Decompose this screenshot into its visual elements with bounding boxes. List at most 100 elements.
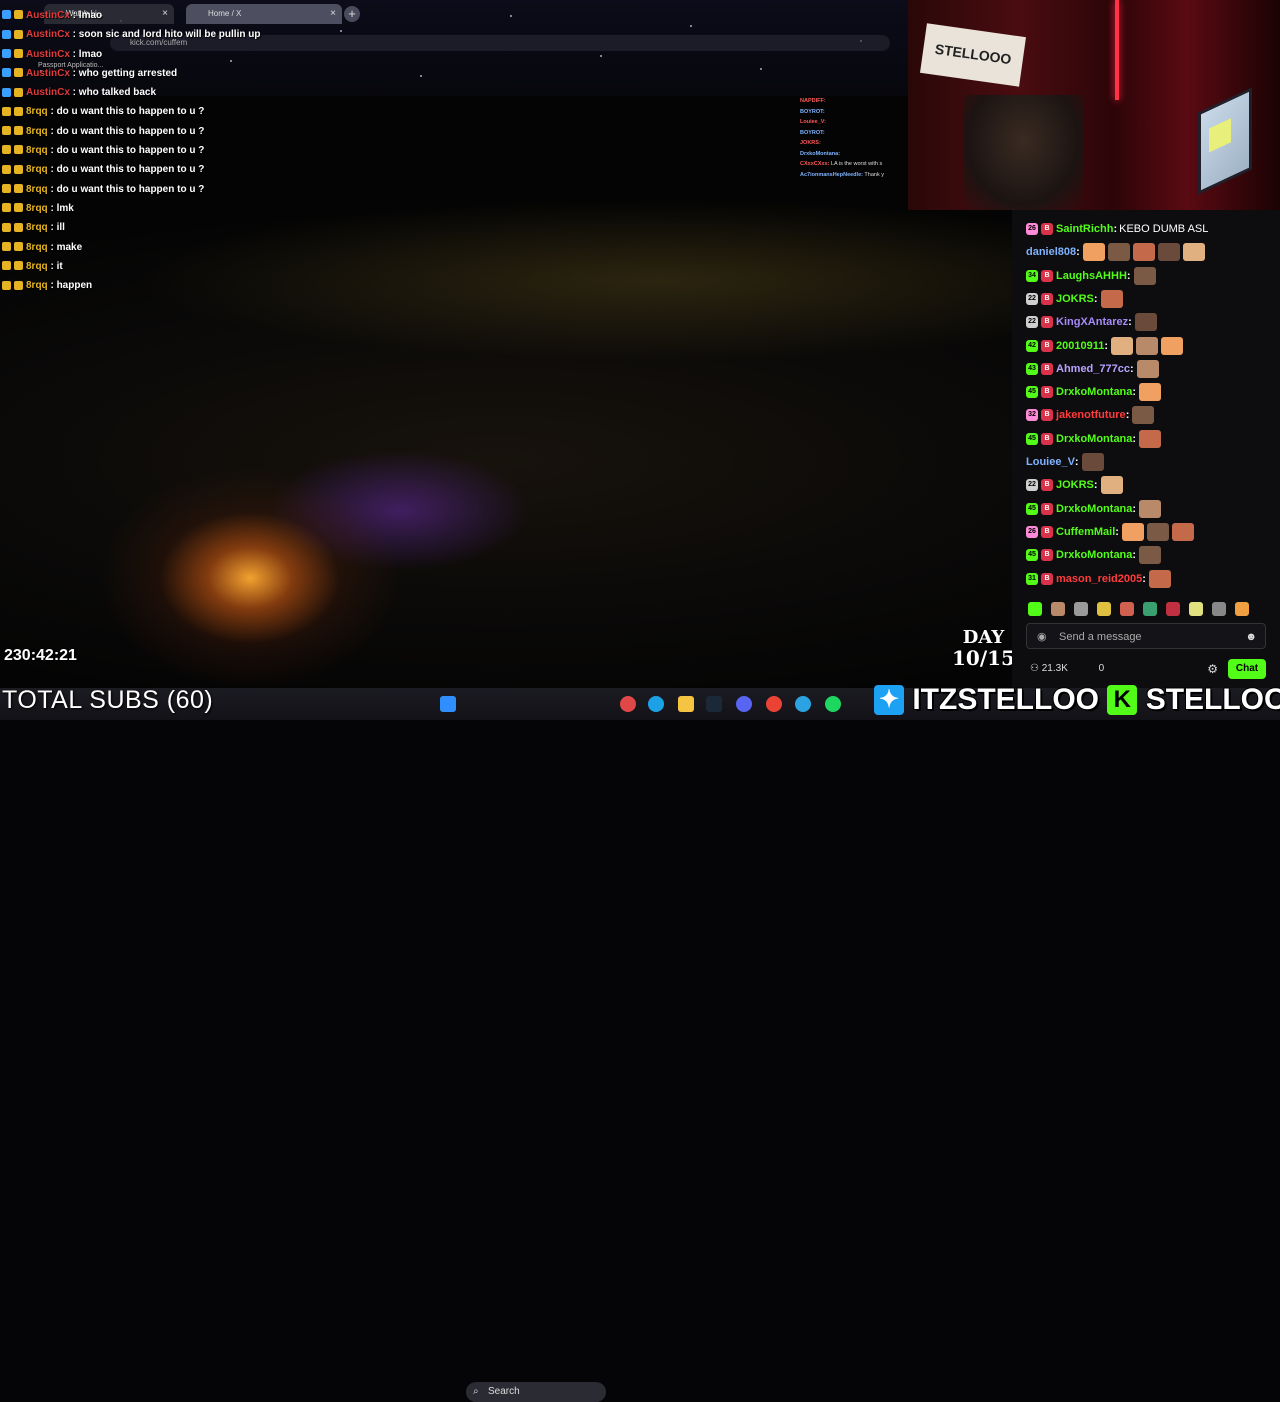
viewer-count: 21.3K	[1041, 663, 1068, 674]
chat-message-row[interactable]: 45 B DrxkoMontana:	[1026, 381, 1162, 403]
steam-icon[interactable]	[706, 696, 722, 712]
emote-icon	[1132, 406, 1155, 425]
badge-icon	[2, 10, 11, 20]
file-explorer-icon[interactable]	[678, 696, 694, 712]
chat-username[interactable]: SaintRichh	[1056, 223, 1113, 235]
chrome-icon[interactable]	[766, 696, 782, 712]
chat-separator: :	[69, 67, 79, 79]
chat-username[interactable]: DrxkoMontana	[1056, 386, 1132, 398]
mini-chat-user: Louiee_V:	[800, 119, 826, 125]
chat-username[interactable]: CuffemMail	[1056, 526, 1115, 538]
chat-message-row[interactable]: 26 B SaintRichh: KEBO DUMB ASL	[1026, 218, 1208, 240]
taskbar-search[interactable]: ⌕ Search	[466, 1382, 606, 1402]
emoji-icon[interactable]: ☻	[1245, 624, 1257, 650]
chat-separator: :	[47, 164, 57, 176]
chat-message-row[interactable]: 22 B JOKRS:	[1026, 288, 1123, 310]
chat-username: 8rqq	[26, 241, 48, 253]
badge-icons	[2, 164, 26, 176]
chat-username[interactable]: Ahmed_777cc	[1056, 363, 1130, 375]
chat-separator: :	[69, 10, 79, 21]
chat-message-row[interactable]: 22 B KingXAntarez:	[1026, 311, 1157, 333]
quick-emote-icon[interactable]	[1189, 602, 1203, 616]
chat-message-input[interactable]: ◉ Send a message ☻	[1026, 623, 1266, 649]
quick-emote-icon[interactable]	[1166, 602, 1180, 616]
chat-username[interactable]: DrxkoMontana	[1056, 549, 1132, 561]
streamer	[963, 95, 1083, 210]
chat-colon: :	[1132, 502, 1137, 515]
sub-badge-icon: 34	[1026, 269, 1038, 282]
mini-chat-user: Ac7ionmansHepNeedle:	[800, 171, 863, 178]
chat-username[interactable]: JOKRS	[1056, 479, 1094, 491]
quick-emote-icon[interactable]	[1028, 602, 1042, 616]
chat-colon: :	[1132, 549, 1137, 562]
quick-emote-icon[interactable]	[1097, 602, 1111, 616]
chat-username: 8rqq	[26, 125, 48, 137]
chat-message-row[interactable]: 31 Bmason_reid2005:	[1026, 568, 1171, 590]
chat-message-row[interactable]: 43 B Ahmed_777cc:	[1026, 358, 1159, 380]
chat-message: lmao	[78, 10, 103, 21]
chat-username[interactable]: LaughsAHHH	[1056, 270, 1127, 282]
quick-emote-icon[interactable]	[1212, 602, 1226, 616]
twitter-icon: ✦	[874, 685, 904, 716]
group-badge-icon: B	[1041, 572, 1053, 585]
badge-icon	[2, 261, 11, 271]
mini-chat-row: Ac7ionmansHepNeedle: Thank y	[800, 170, 908, 181]
chat-message-row[interactable]: 22 B JOKRS:	[1026, 474, 1123, 496]
chat-username[interactable]: jakenotfuture	[1056, 409, 1126, 421]
chat-username[interactable]: 20010911	[1056, 340, 1104, 352]
chat-colon: :	[1125, 409, 1130, 422]
mini-chat-user: NAPDIFF:	[800, 98, 826, 104]
chat-username[interactable]: DrxkoMontana	[1056, 433, 1132, 445]
badge-icon	[2, 145, 11, 155]
group-badge-icon: B	[1041, 362, 1053, 375]
chat-username[interactable]: DrxkoMontana	[1056, 503, 1132, 515]
chat-message-row[interactable]: 32 Bjakenotfuture:	[1026, 404, 1155, 426]
overlay-chat-row: 8rqq : do u want this to happen to u ?	[2, 160, 260, 179]
emote-icon	[1134, 313, 1157, 332]
badge-icons	[2, 48, 26, 60]
sub-badge-icon: 26	[1026, 223, 1038, 236]
chat-message: do u want this to happen to u ?	[56, 183, 205, 195]
app-icon[interactable]	[620, 696, 636, 712]
telegram-icon[interactable]	[795, 696, 811, 712]
chat-message-row[interactable]: 42 B 20010911:	[1026, 335, 1184, 357]
search-label: Search	[488, 1386, 520, 1397]
chat-username[interactable]: daniel808	[1026, 246, 1076, 258]
badge-icon	[14, 222, 23, 232]
sub-badge-icon: 31	[1026, 572, 1038, 585]
badge-icons	[2, 67, 26, 79]
chat-username[interactable]: KingXAntarez	[1056, 316, 1128, 328]
spotify-icon[interactable]	[825, 696, 841, 712]
windows-start-icon[interactable]	[440, 696, 456, 712]
chat-message-row[interactable]: 34 B LaughsAHHH:	[1026, 265, 1156, 287]
chat-colon: :	[1132, 386, 1137, 399]
chat-colon: :	[1113, 223, 1118, 236]
discord-icon[interactable]	[736, 696, 752, 712]
chat-message-row[interactable]: 26 B CuffemMail:	[1026, 521, 1194, 543]
chat-message-row[interactable]: daniel808:	[1026, 241, 1205, 263]
chat-message-row[interactable]: 45 B DrxkoMontana:	[1026, 498, 1162, 520]
close-icon[interactable]: ×	[330, 4, 336, 24]
badge-icon	[2, 222, 11, 232]
badge-icons	[2, 222, 26, 234]
twitter-handle: ITZSTELLOO	[911, 682, 1100, 717]
quick-emote-icon[interactable]	[1074, 602, 1088, 616]
send-chat-button[interactable]: Chat	[1228, 659, 1266, 679]
quick-emote-icon[interactable]	[1120, 602, 1134, 616]
chat-username[interactable]: Louiee_V	[1026, 456, 1075, 468]
badge-icon	[14, 29, 23, 39]
chat-message-row[interactable]: Louiee_V:	[1026, 451, 1104, 473]
chat-username[interactable]: mason_reid2005	[1056, 573, 1142, 585]
chat-username[interactable]: JOKRS	[1056, 293, 1094, 305]
chat-message-row[interactable]: 45 B DrxkoMontana:	[1026, 428, 1162, 450]
new-tab-button[interactable]: +	[344, 6, 360, 22]
points-count: 0	[1098, 663, 1105, 674]
edge-icon[interactable]	[648, 696, 664, 712]
quick-emote-icon[interactable]	[1051, 602, 1065, 616]
gear-icon[interactable]: ⚙	[1207, 660, 1218, 678]
total-subs-overlay: TOTAL SUBS (60)	[2, 686, 214, 714]
chat-message-row[interactable]: 45 B DrxkoMontana:	[1026, 544, 1162, 566]
quick-emote-icon[interactable]	[1143, 602, 1157, 616]
emote-icon	[1171, 522, 1194, 541]
quick-emote-icon[interactable]	[1235, 602, 1249, 616]
